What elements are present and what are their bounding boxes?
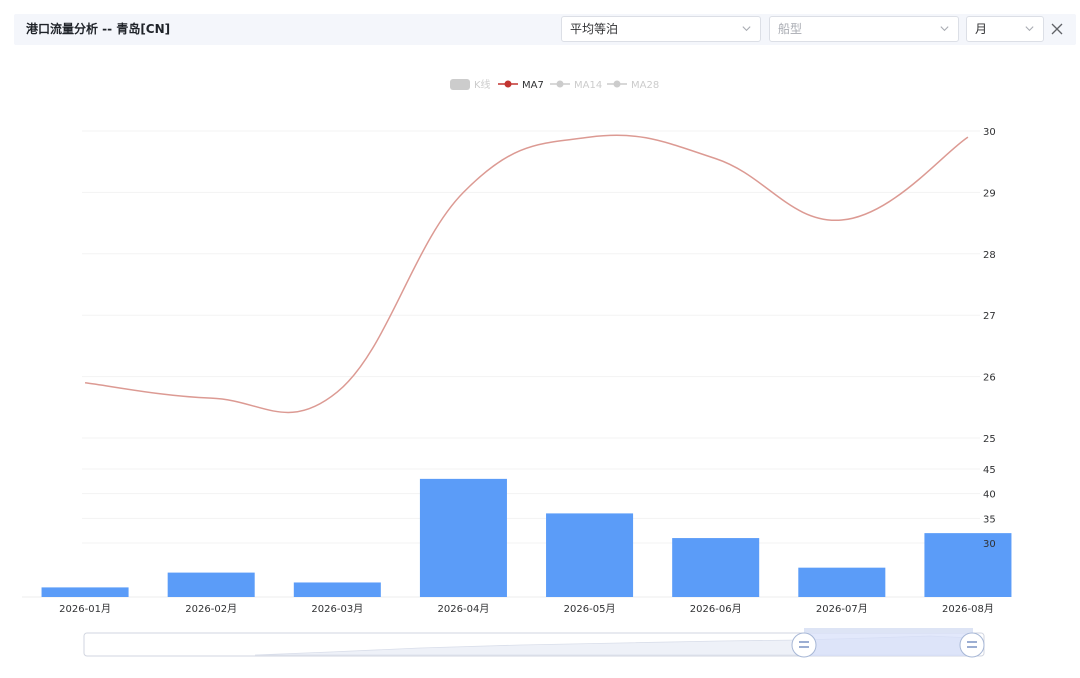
bar[interactable] [672, 538, 760, 597]
bar[interactable] [546, 513, 634, 597]
bar[interactable] [293, 582, 381, 597]
legend-item-ma14[interactable]: MA14 [550, 80, 602, 91]
legend-item-ma28[interactable]: MA28 [607, 80, 659, 91]
bar[interactable] [419, 478, 507, 597]
y-tick-label: 25 [983, 434, 996, 445]
handle-right-circle [959, 632, 985, 658]
legend-ma28-label: MA28 [631, 80, 659, 91]
y-tick-label: 28 [983, 250, 996, 261]
bar[interactable] [798, 567, 886, 597]
close-icon[interactable] [1044, 16, 1070, 42]
chevron-down-icon [1025, 26, 1034, 32]
legend-kline-label: K线 [474, 78, 491, 91]
data-zoom[interactable] [83, 628, 985, 658]
legend-kline-swatch [450, 79, 470, 90]
x-tick-label: 2026-02月 [185, 603, 237, 615]
metric-select-value: 平均等泊 [570, 22, 619, 36]
legend-ma7-label: MA7 [522, 80, 544, 91]
x-axis: 2026-01月 2026-02月 2026-03月 2026-04月 2026-05月… [59, 603, 994, 615]
metric-select[interactable]: 平均等泊 [561, 16, 761, 42]
chevron-down-icon [742, 26, 751, 32]
period-select[interactable]: 月 [966, 16, 1044, 42]
x-tick-label: 2026-06月 [690, 603, 742, 615]
x-tick-label: 2026-08月 [942, 603, 994, 615]
y-tick-label: 26 [983, 373, 996, 384]
y-tick-label: 30 [983, 127, 996, 138]
y-tick-label: 40 [983, 490, 996, 501]
x-tick-label: 2026-07月 [816, 603, 868, 615]
x-tick-label: 2026-04月 [438, 603, 490, 615]
data-zoom-handle-right[interactable] [959, 632, 985, 658]
upper-y-axis: 25 26 27 28 29 30 [983, 127, 996, 445]
data-zoom-window[interactable] [804, 633, 973, 656]
data-zoom-handle-left[interactable] [791, 632, 817, 658]
page-title: 港口流量分析 -- 青岛[CN] [26, 22, 171, 36]
legend-item-kline[interactable]: K线 [450, 78, 491, 91]
chart-canvas: 252627282930 30354045 2026-01月 2026-02月 20… [22, 78, 1012, 658]
y-tick-label: 27 [983, 311, 996, 322]
y-tick-label: 30 [983, 539, 996, 550]
legend-ma14-marker [556, 80, 564, 88]
x-tick-label: 2026-05月 [564, 603, 616, 615]
upper-grid [82, 130, 980, 439]
bar[interactable] [167, 572, 255, 597]
ship-type-placeholder: 船型 [778, 22, 803, 36]
y-tick-label: 45 [983, 465, 996, 476]
y-tick-label: 35 [983, 514, 996, 525]
y-tick-label: 29 [983, 188, 996, 199]
bar-series [41, 478, 1012, 597]
legend: K线 MA7 MA14 MA28 [450, 78, 659, 91]
x-tick-label: 2026-01月 [59, 603, 111, 615]
ship-type-select[interactable]: 船型 [769, 16, 959, 42]
x-tick-label: 2026-03月 [311, 603, 363, 615]
line-series [84, 134, 969, 414]
bar[interactable] [41, 587, 129, 597]
handle-left-circle [791, 632, 817, 658]
data-zoom-move-bar[interactable] [804, 628, 973, 633]
chevron-down-icon [940, 26, 949, 32]
period-select-value: 月 [975, 22, 988, 36]
legend-ma28-marker [613, 80, 621, 88]
legend-ma14-label: MA14 [574, 80, 602, 91]
legend-ma7-marker [504, 80, 512, 88]
bar[interactable] [924, 533, 1012, 597]
ma7-line[interactable] [84, 134, 969, 414]
legend-item-ma7[interactable]: MA7 [498, 80, 544, 91]
